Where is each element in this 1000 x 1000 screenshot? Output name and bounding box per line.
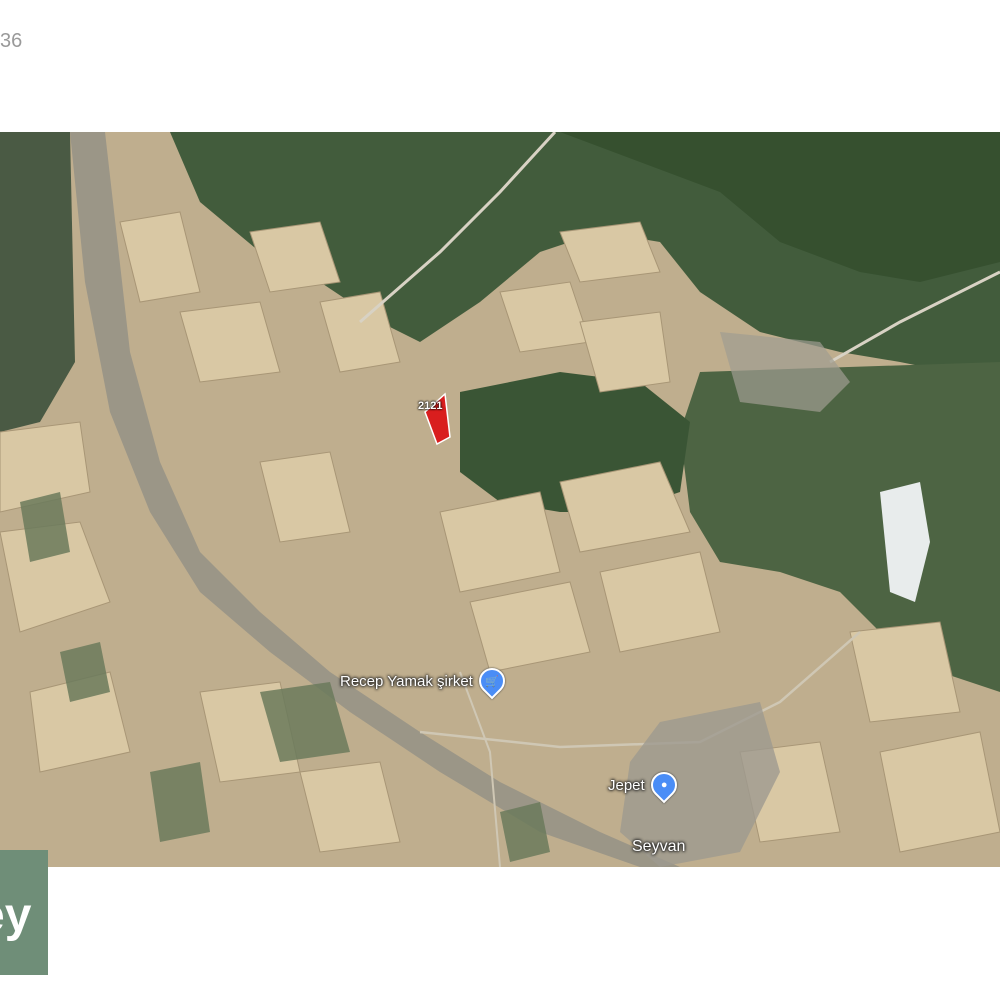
town-name-label: Seyvan [632, 838, 686, 855]
shopping-cart-icon[interactable]: 🛒 [473, 662, 511, 700]
watermark-logo-text: ey [0, 889, 32, 942]
poi-store[interactable]: Recep Yamak şirket 🛒 [340, 662, 511, 700]
parcel-number-label: 2121 [418, 400, 443, 412]
village-name-label: Jepet [608, 776, 645, 794]
satellite-map[interactable]: 2121 Recep Yamak şirket 🛒 Jepet ● Seyvan [0, 132, 1000, 867]
poi-village[interactable]: Jepet ● [608, 766, 683, 804]
map-pin-icon[interactable]: ● [645, 766, 683, 804]
store-name-label: Recep Yamak şirket [340, 672, 473, 690]
image-counter-text: 36 [0, 30, 23, 52]
satellite-terrain [0, 132, 1000, 867]
watermark-logo: ey [0, 850, 48, 975]
